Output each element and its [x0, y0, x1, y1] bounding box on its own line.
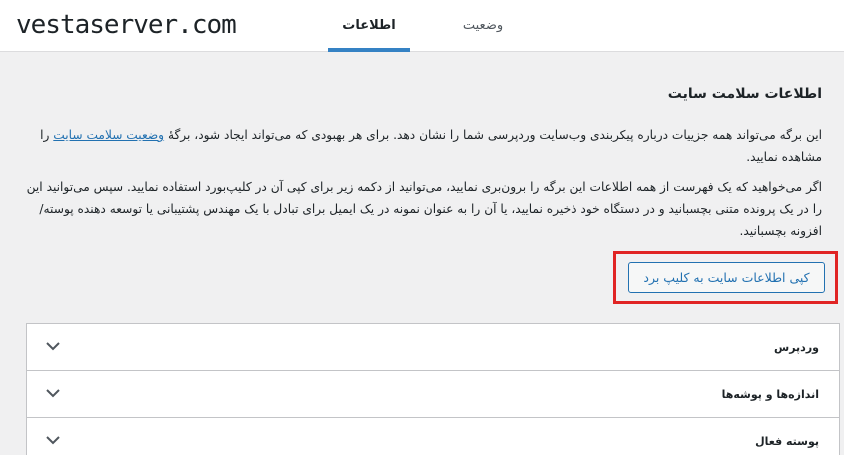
site-health-status-link[interactable]: وضعیت سلامت سایت [53, 128, 164, 142]
copy-to-clipboard-button[interactable]: کپی اطلاعات سایت به کلیپ برد [628, 262, 825, 293]
accordion: وردپرس اندازه‌ها و پوشه‌ها پوسته فعال [26, 323, 840, 455]
intro-paragraph: این برگه می‌تواند همه جزییات درباره پیکر… [22, 124, 822, 168]
chevron-down-icon [46, 342, 60, 351]
accordion-item-label: اندازه‌ها و پوشه‌ها [721, 388, 819, 401]
accordion-item-wordpress[interactable]: وردپرس [27, 324, 839, 371]
accordion-item-label: پوسته فعال [755, 435, 819, 448]
chevron-down-icon [46, 389, 60, 398]
intro-text: این برگه می‌تواند همه جزییات درباره پیکر… [164, 128, 822, 142]
top-header: vestaserver.com اطلاعات وضعیت [0, 0, 844, 52]
tab-status[interactable]: وضعیت [455, 0, 511, 52]
accordion-item-label: وردپرس [774, 341, 819, 354]
tab-info[interactable]: اطلاعات [328, 0, 410, 52]
accordion-item-active-theme[interactable]: پوسته فعال [27, 418, 839, 455]
watermark-text: vestaserver.com [16, 10, 237, 40]
chevron-down-icon [46, 436, 60, 445]
accordion-item-sizes[interactable]: اندازه‌ها و پوشه‌ها [27, 371, 839, 418]
export-paragraph: اگر می‌خواهید که یک فهرست از همه اطلاعات… [26, 180, 822, 238]
page-title: اطلاعات سلامت سایت [667, 86, 822, 102]
